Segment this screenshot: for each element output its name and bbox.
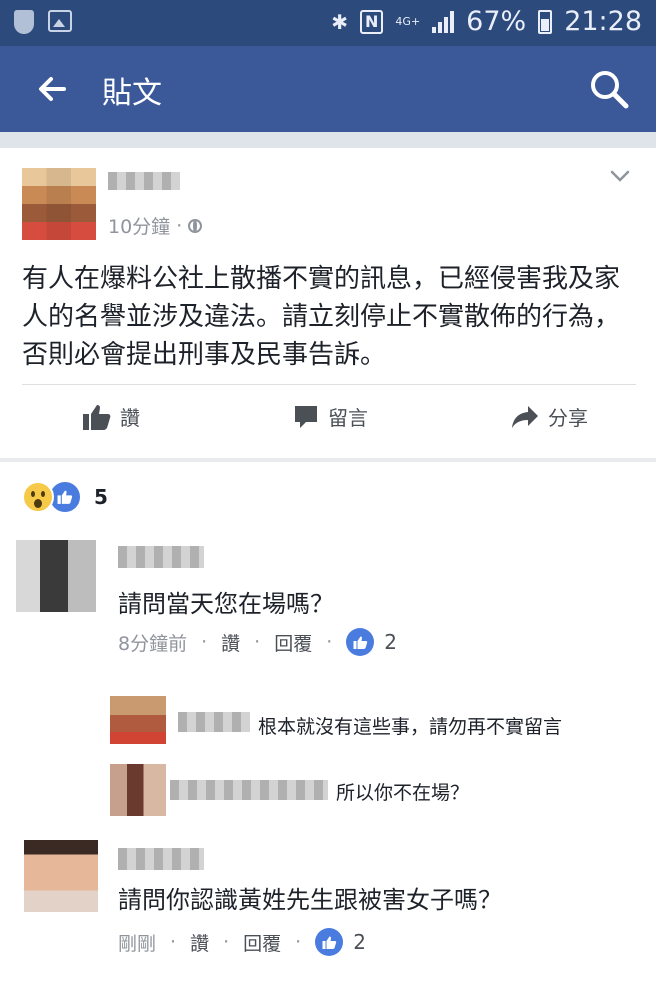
reply-avatar[interactable] bbox=[110, 696, 166, 744]
comment-meta: 8分鐘前 · 讚 · 回覆 · 2 bbox=[118, 628, 397, 656]
share-arrow-icon bbox=[512, 405, 538, 428]
section-gap bbox=[0, 132, 656, 148]
globe-icon bbox=[188, 218, 203, 233]
comment-like-button[interactable]: 讚 bbox=[190, 929, 209, 956]
reply-name-blurred[interactable] bbox=[170, 780, 328, 800]
meta-dot: · bbox=[254, 631, 261, 653]
post-actions: 讚 留言 分享 bbox=[0, 402, 656, 446]
comment-like-button[interactable]: 讚 bbox=[221, 629, 240, 656]
like-button[interactable]: 讚 bbox=[82, 402, 140, 431]
search-icon[interactable] bbox=[588, 68, 630, 110]
battery-percent: 67% bbox=[466, 6, 527, 37]
wow-reaction-icon bbox=[22, 481, 54, 513]
chevron-down-icon[interactable] bbox=[610, 170, 630, 182]
meta-dot: · bbox=[326, 631, 333, 653]
post-meta: 10分鐘 · bbox=[108, 212, 203, 239]
thumbs-up-icon bbox=[83, 404, 111, 430]
meta-dot: · bbox=[176, 214, 183, 237]
clock: 21:28 bbox=[564, 6, 642, 37]
post-card: 10分鐘 · 有人在爆料公社上散播不實的訊息，已經侵害我及家人的名譽並涉及違法。… bbox=[0, 148, 656, 458]
comment-reply-button[interactable]: 回覆 bbox=[274, 629, 312, 656]
author-name-blurred[interactable] bbox=[108, 172, 180, 190]
comment-time: 剛剛 bbox=[118, 932, 157, 955]
bluetooth-icon: ✱ bbox=[331, 9, 349, 34]
thumbs-up-icon bbox=[315, 928, 344, 956]
status-bar: ✱ N 4G+ 67% 21:28 bbox=[0, 0, 656, 46]
comment-like-count: 2 bbox=[353, 930, 366, 954]
comment-text: 請問你認識黃姓先生跟被害女子嗎？ bbox=[118, 886, 502, 914]
reactions-summary[interactable]: 5 bbox=[22, 480, 108, 514]
network-type: 4G+ bbox=[395, 15, 421, 28]
reply-text: 根本就沒有這些事，請勿再不實留言 bbox=[258, 716, 563, 738]
meta-dot: · bbox=[295, 931, 302, 953]
commenter-avatar[interactable] bbox=[24, 840, 98, 912]
reply-avatar[interactable] bbox=[110, 764, 166, 816]
meta-dot: · bbox=[201, 631, 208, 653]
like-label: 讚 bbox=[120, 406, 140, 430]
share-button[interactable]: 分享 bbox=[510, 402, 588, 431]
image-notification-icon bbox=[48, 10, 72, 32]
comment-like-count: 2 bbox=[384, 630, 397, 654]
author-avatar[interactable] bbox=[22, 168, 96, 240]
status-left-icons bbox=[14, 10, 72, 34]
thumbs-up-icon bbox=[346, 628, 375, 656]
commenter-name-blurred[interactable] bbox=[118, 848, 204, 870]
comment-button[interactable]: 留言 bbox=[292, 402, 368, 431]
battery-icon bbox=[538, 9, 553, 34]
page-title: 貼文 bbox=[102, 76, 162, 111]
comment-reply-button[interactable]: 回覆 bbox=[243, 929, 281, 956]
reply-text: 所以你不在場？ bbox=[336, 782, 470, 804]
signal-icon bbox=[432, 10, 455, 33]
divider bbox=[22, 384, 636, 385]
app-bar: 貼文 bbox=[0, 46, 656, 132]
meta-dot: · bbox=[223, 931, 230, 953]
commenter-avatar[interactable] bbox=[16, 540, 96, 612]
shield-icon bbox=[14, 10, 34, 34]
comment-time: 8分鐘前 bbox=[118, 632, 188, 655]
comment-meta: 剛剛 · 讚 · 回覆 · 2 bbox=[118, 928, 366, 956]
back-arrow-icon[interactable] bbox=[36, 73, 68, 105]
comment-bubble-icon bbox=[295, 405, 317, 428]
reply-name-blurred[interactable] bbox=[178, 712, 250, 732]
reaction-count: 5 bbox=[94, 485, 108, 509]
comment-label: 留言 bbox=[328, 406, 368, 430]
commenter-name-blurred[interactable] bbox=[118, 546, 204, 568]
section-gap bbox=[0, 458, 656, 462]
share-label: 分享 bbox=[548, 406, 588, 430]
post-body: 有人在爆料公社上散播不實的訊息，已經侵害我及家人的名譽並涉及違法。請立刻停止不實… bbox=[22, 264, 621, 370]
nfc-icon: N bbox=[360, 9, 384, 34]
post-time: 10分鐘 bbox=[108, 216, 171, 238]
meta-dot: · bbox=[170, 931, 177, 953]
comment-text: 請問當天您在場嗎？ bbox=[118, 590, 334, 618]
status-right-icons: ✱ N 4G+ 67% 21:28 bbox=[331, 6, 642, 37]
